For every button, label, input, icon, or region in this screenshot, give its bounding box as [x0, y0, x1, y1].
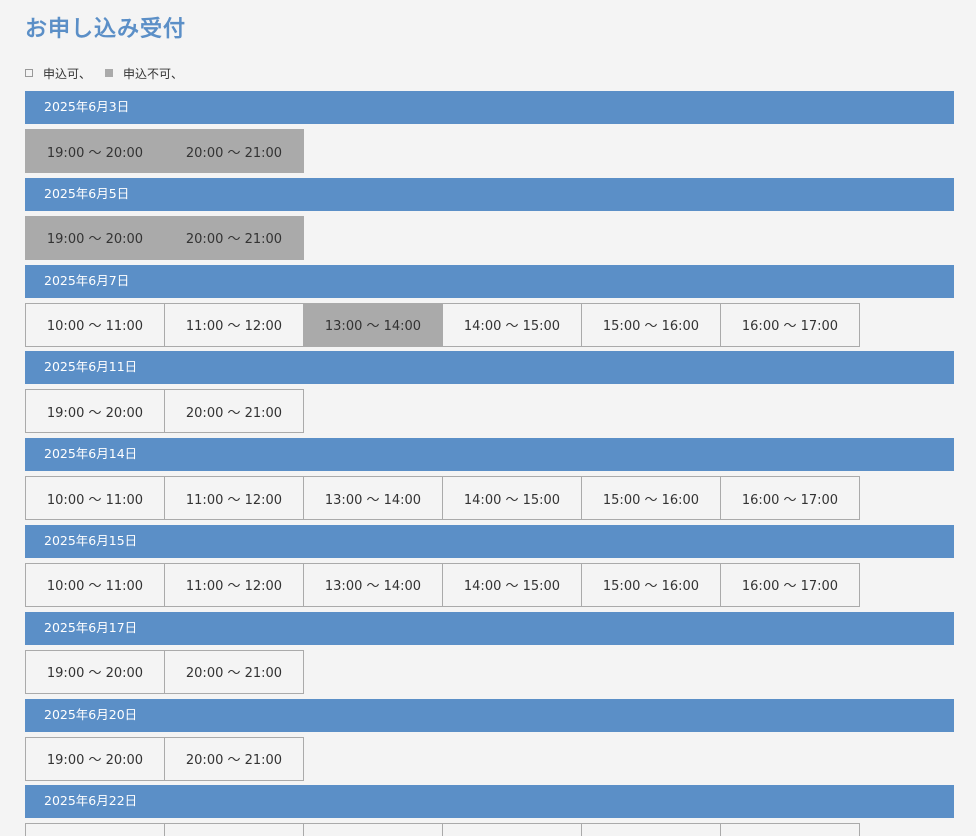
slot-row: 10:00 ～ 11:00 11:00 ～ 12:00 13:00 ～ 14:00 1…: [25, 302, 954, 347]
legend-unavailable-label: 申込不可、: [123, 66, 184, 81]
legend: 申込可、 申込不可、: [25, 64, 197, 82]
day-header: 2025年6月7日: [25, 264, 954, 298]
time-slot-unavailable: 20:00 ～ 21:00: [164, 215, 304, 260]
time-slot-available[interactable]: [720, 823, 860, 836]
time-slot-available[interactable]: 19:00 ～ 20:00: [25, 389, 165, 434]
day-section: 2025年6月11日 19:00 ～ 20:00 20:00 ～ 21:00: [25, 351, 954, 438]
time-slot-available[interactable]: 19:00 ～ 20:00: [25, 736, 165, 781]
day-header: 2025年6月11日: [25, 351, 954, 385]
day-header: 2025年6月20日: [25, 698, 954, 732]
day-section: 2025年6月14日 10:00 ～ 11:00 11:00 ～ 12:00 13:0…: [25, 438, 954, 525]
time-slot-unavailable: 19:00 ～ 20:00: [25, 215, 165, 260]
time-slot-available[interactable]: [581, 823, 721, 836]
time-slot-available[interactable]: 14:00 ～ 15:00: [442, 562, 582, 607]
slot-row: 10:00 ～ 11:00 11:00 ～ 12:00 13:00 ～ 14:00 1…: [25, 476, 954, 521]
time-slot-available[interactable]: [164, 823, 304, 836]
time-slot-unavailable: 20:00 ～ 21:00: [164, 129, 304, 173]
time-slot-available[interactable]: 16:00 ～ 17:00: [720, 302, 860, 347]
day-header: 2025年6月17日: [25, 611, 954, 645]
time-slot-available[interactable]: 15:00 ～ 16:00: [581, 562, 721, 607]
day-section: 2025年6月15日 10:00 ～ 11:00 11:00 ～ 12:00 13:0…: [25, 524, 954, 612]
day-section: 2025年6月3日 19:00 ～ 20:00 20:00 ～ 21:00: [25, 91, 954, 178]
day-section: 2025年6月17日 19:00 ～ 20:00 20:00 ～ 21:00: [25, 611, 954, 699]
time-slot-available[interactable]: 11:00 ～ 12:00: [164, 302, 304, 347]
slot-row: 19:00 ～ 20:00 20:00 ～ 21:00: [25, 215, 954, 260]
slot-row: 19:00 ～ 20:00 20:00 ～ 21:00: [25, 129, 954, 173]
time-slot-available[interactable]: 16:00 ～ 17:00: [720, 476, 860, 521]
available-swatch: [25, 69, 33, 77]
time-slot-available[interactable]: 11:00 ～ 12:00: [164, 476, 304, 521]
time-slot-available[interactable]: 10:00 ～ 11:00: [25, 302, 165, 347]
time-slot-available[interactable]: 14:00 ～ 15:00: [442, 302, 582, 347]
time-slot-available[interactable]: 20:00 ～ 21:00: [164, 649, 304, 694]
page-title: お申し込み受付: [25, 17, 187, 42]
slot-row: 10:00 ～ 11:00 11:00 ～ 12:00 13:00 ～ 14:00 1…: [25, 562, 954, 607]
day-section: 2025年6月20日 19:00 ～ 20:00 20:00 ～ 21:00: [25, 698, 954, 786]
time-slot-available[interactable]: 16:00 ～ 17:00: [720, 562, 860, 607]
day-header: 2025年6月5日: [25, 177, 954, 211]
time-slot-available[interactable]: 13:00 ～ 14:00: [303, 476, 443, 521]
app-root: お申し込み受付 申込可、 申込不可、 2025年6月3日 19:00 ～ 20:0…: [0, 0, 976, 836]
slot-row: 19:00 ～ 20:00 20:00 ～ 21:00: [25, 649, 954, 694]
unavailable-swatch: [105, 69, 114, 77]
time-slot-available[interactable]: 14:00 ～ 15:00: [442, 476, 582, 521]
slot-row: 19:00 ～ 20:00 20:00 ～ 21:00: [25, 736, 954, 781]
time-slot-available[interactable]: 15:00 ～ 16:00: [581, 476, 721, 521]
time-slot-available[interactable]: 10:00 ～ 11:00: [25, 562, 165, 607]
legend-available-label: 申込可、: [43, 66, 92, 81]
time-slot-available[interactable]: 15:00 ～ 16:00: [581, 302, 721, 347]
day-section: 2025年6月5日 19:00 ～ 20:00 20:00 ～ 21:00: [25, 177, 954, 265]
time-slot-available[interactable]: [25, 823, 165, 836]
time-slot-available[interactable]: 20:00 ～ 21:00: [164, 736, 304, 781]
slot-row: [25, 823, 954, 836]
time-slot-available[interactable]: 19:00 ～ 20:00: [25, 649, 165, 694]
time-slot-available[interactable]: [303, 823, 443, 836]
time-slot-unavailable: 19:00 ～ 20:00: [25, 129, 165, 173]
day-section: 2025年6月22日: [25, 785, 954, 836]
time-slot-available[interactable]: 10:00 ～ 11:00: [25, 476, 165, 521]
day-section: 2025年6月7日 10:00 ～ 11:00 11:00 ～ 12:00 13:00…: [25, 264, 954, 352]
day-header: 2025年6月15日: [25, 524, 954, 558]
day-header: 2025年6月3日: [25, 91, 954, 124]
time-slot-available[interactable]: 20:00 ～ 21:00: [164, 389, 304, 434]
time-slot-available[interactable]: 11:00 ～ 12:00: [164, 562, 304, 607]
time-slot-available[interactable]: 13:00 ～ 14:00: [303, 562, 443, 607]
schedule-list: 2025年6月3日 19:00 ～ 20:00 20:00 ～ 21:00 2025年…: [25, 91, 954, 836]
time-slot-unavailable: 13:00 ～ 14:00: [303, 302, 443, 347]
day-header: 2025年6月22日: [25, 785, 954, 819]
day-header: 2025年6月14日: [25, 438, 954, 472]
slot-row: 19:00 ～ 20:00 20:00 ～ 21:00: [25, 389, 954, 434]
time-slot-available[interactable]: [442, 823, 582, 836]
